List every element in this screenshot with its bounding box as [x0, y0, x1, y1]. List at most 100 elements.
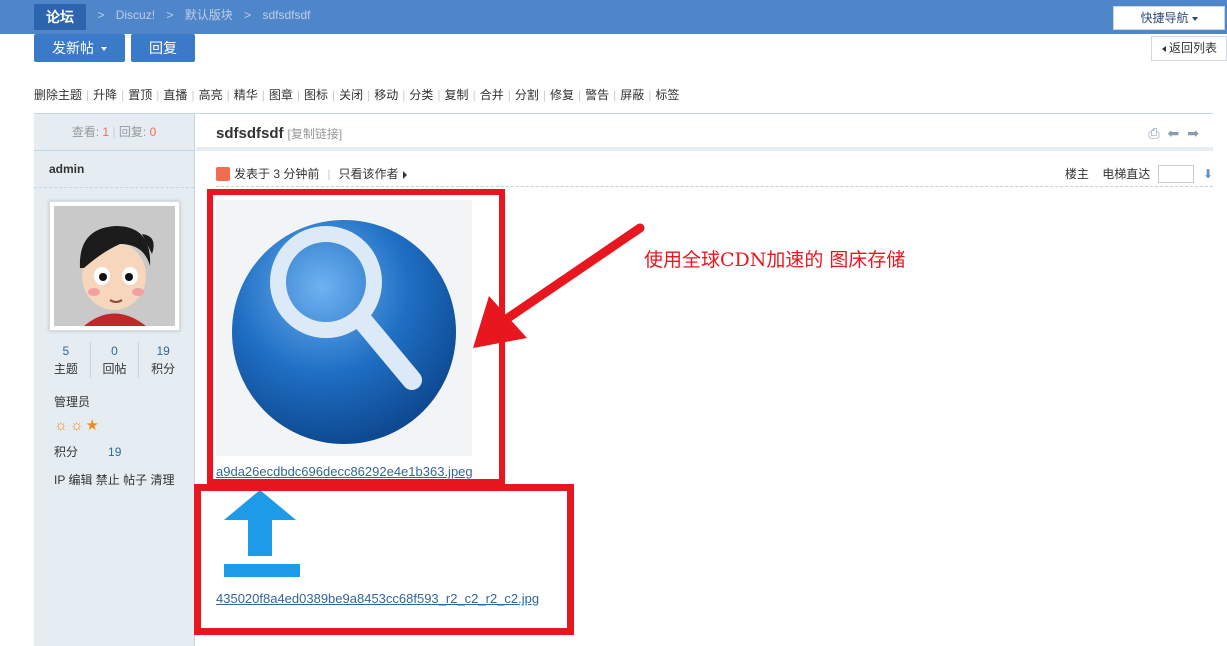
toolbar-separator: | [156, 88, 160, 102]
thread-stats: 查看: 1 | 回复: 0 [34, 114, 194, 151]
toolbar-separator: | [226, 88, 230, 102]
toolbar-separator: | [332, 88, 336, 102]
jump-label: 电梯直达 [1102, 167, 1151, 181]
quick-nav-label: 快捷导航 [1140, 11, 1189, 25]
toolbar-separator: | [437, 88, 441, 102]
stat-label: 积分 [151, 362, 176, 376]
annotation-arrow-icon [473, 223, 645, 348]
replies-count: 0 [149, 125, 157, 139]
toolbar-separator: | [261, 88, 265, 102]
chevron-down-icon [100, 47, 107, 52]
breadcrumb-separator: > [97, 8, 105, 22]
stat-label: 主题 [53, 362, 78, 376]
toolbar-separator: | [121, 88, 125, 102]
mod-tool-11[interactable]: 复制 [445, 88, 469, 102]
highlight-box-2 [194, 484, 574, 635]
avatar-image [54, 206, 175, 326]
mod-tool-15[interactable]: 警告 [585, 88, 609, 102]
quick-nav-button[interactable]: 快捷导航 [1113, 6, 1225, 30]
stat-value: 19 [156, 344, 170, 358]
back-to-list-button[interactable]: 返回列表 [1151, 36, 1227, 61]
user-icon [216, 167, 230, 181]
stat-points[interactable]: 19 积分 [139, 342, 187, 378]
go-arrow-icon[interactable]: ⬇ [1203, 167, 1213, 181]
author-name[interactable]: admin [34, 151, 194, 188]
mod-tool-14[interactable]: 修复 [550, 88, 574, 102]
site-logo[interactable]: 论坛 [34, 4, 86, 30]
mod-tool-10[interactable]: 分类 [409, 88, 433, 102]
author-sidebar: 查看: 1 | 回复: 0 admin 5 主题 0 回帖 19 积分 管理员 ☼☼★… [34, 113, 195, 646]
mod-tool-12[interactable]: 合并 [480, 88, 504, 102]
toolbar-separator: | [648, 88, 652, 102]
toolbar-separator: | [86, 88, 90, 102]
breadcrumb-discuz[interactable]: Discuz! [116, 8, 155, 22]
views-label: 查看: [71, 125, 100, 139]
toolbar-separator: | [542, 88, 546, 102]
annotation-text: 使用全球CDN加速的 图床存储 [644, 249, 906, 271]
thread-title: sdfsdfsdf [216, 125, 284, 142]
admin-links[interactable]: IP 编辑 禁止 帖子 清理 [54, 471, 174, 488]
moderation-toolbar: 删除主题 | 升降 | 置顶 | 直播 | 高亮 | 精华 | 图章 | 图标 | 关闭 | 移动 | 分类 | 复制 | 合并… [34, 86, 679, 103]
mod-tool-9[interactable]: 移动 [374, 88, 398, 102]
chevron-down-icon [1191, 16, 1198, 21]
prev-thread-icon[interactable]: ⬅ [1168, 125, 1188, 141]
rank-stars-icon: ☼☼★ [54, 417, 101, 434]
post-header-icons: ⎙⬅➡ [1148, 125, 1207, 142]
views-count: 1 [102, 125, 110, 139]
mod-tool-7[interactable]: 图标 [304, 88, 328, 102]
points-label: 积分 [54, 445, 79, 459]
breadcrumb-board[interactable]: 默认版块 [185, 8, 233, 22]
chevron-right-icon [403, 170, 408, 179]
toolbar-separator: | [472, 88, 476, 102]
toolbar-separator: | [577, 88, 582, 102]
mod-tool-13[interactable]: 分割 [515, 88, 539, 102]
stat-replies[interactable]: 0 回帖 [91, 342, 140, 378]
floor-jump-input[interactable] [1157, 165, 1194, 183]
page-title: sdfsdfsdf [复制链接] [216, 125, 342, 142]
floor-label: 楼主 [1064, 167, 1089, 181]
mod-tool-16[interactable]: 屏蔽 [620, 88, 644, 102]
author-stats: 5 主题 0 回帖 19 积分 [42, 342, 187, 378]
mod-tool-2[interactable]: 置顶 [128, 88, 152, 102]
stat-label: 回帖 [102, 362, 127, 376]
avatar[interactable] [49, 201, 180, 331]
post-time: 发表于 3 分钟前 [234, 167, 320, 181]
reply-button[interactable]: 回复 [131, 34, 195, 62]
mod-tool-1[interactable]: 升降 [93, 88, 117, 102]
post-header: sdfsdfsdf [复制链接] ⎙⬅➡ [196, 113, 1213, 151]
mod-tool-3[interactable]: 直播 [163, 88, 187, 102]
stat-threads[interactable]: 5 主题 [42, 342, 91, 378]
only-author-link[interactable]: 只看该作者 [338, 167, 398, 181]
breadcrumb: 论坛 > Discuz! > 默认版块 > sdfsdfsdf [62, 6, 319, 23]
breadcrumb-separator: > [244, 8, 252, 22]
toolbar-separator: | [402, 88, 406, 102]
mod-tool-4[interactable]: 高亮 [199, 88, 223, 102]
mod-tool-5[interactable]: 精华 [234, 88, 258, 102]
new-post-button[interactable]: 发新帖 [34, 34, 125, 62]
copy-link[interactable]: [复制链接] [288, 127, 343, 141]
toolbar-separator: | [367, 88, 371, 102]
toolbar-separator: | [507, 88, 511, 102]
mod-tool-17[interactable]: 标签 [655, 88, 679, 102]
new-post-label: 发新帖 [52, 40, 95, 56]
stat-value: 0 [111, 344, 118, 358]
author-points: 积分 19 [54, 443, 121, 460]
stat-value: 5 [62, 344, 70, 358]
breadcrumb-separator: > [166, 8, 174, 22]
mod-tool-8[interactable]: 关闭 [339, 88, 363, 102]
mod-tool-0[interactable]: 删除主题 [34, 88, 82, 102]
next-thread-icon[interactable]: ➡ [1187, 125, 1207, 141]
chevron-left-icon [1162, 45, 1166, 52]
replies-label: 回复: [118, 125, 147, 139]
mod-tool-6[interactable]: 图章 [269, 88, 293, 102]
toolbar-separator: | [296, 88, 300, 102]
top-bar: 论坛 > Discuz! > 默认版块 > sdfsdfsdf 论坛 快捷导航 [0, 0, 1227, 34]
print-icon[interactable]: ⎙ [1148, 125, 1167, 141]
post-meta: 发表于 3 分钟前 | 只看该作者 楼主 电梯直达 ⬇ [216, 165, 1213, 187]
toolbar-separator: | [191, 88, 195, 102]
user-role[interactable]: 管理员 [54, 393, 90, 410]
highlight-box-1 [207, 189, 505, 485]
breadcrumb-thread[interactable]: sdfsdfsdf [262, 8, 310, 22]
floor-nav: 楼主 电梯直达 ⬇ [1065, 165, 1213, 183]
back-to-list-label: 返回列表 [1169, 41, 1218, 55]
